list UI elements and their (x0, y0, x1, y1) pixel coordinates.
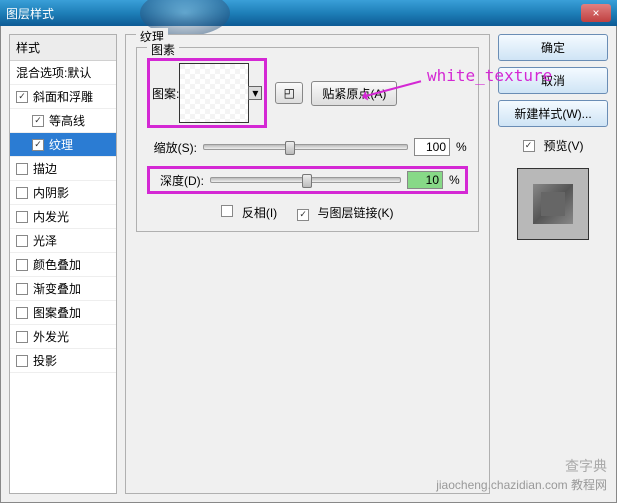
new-style-button[interactable]: 新建样式(W)... (498, 100, 608, 127)
invert-label: 反相(I) (242, 206, 277, 220)
style-checkbox[interactable] (16, 163, 28, 175)
watermark: 查字典 jiaocheng.chazidian.com 教程网 (436, 456, 607, 493)
style-checkbox[interactable] (16, 307, 28, 319)
blend-label: 混合选项:默认 (16, 64, 91, 81)
options-row: 反相(I) 与图层链接(K) (147, 204, 468, 221)
preview-option[interactable]: 预览(V) (498, 137, 608, 154)
new-pattern-button[interactable]: ◰ (275, 82, 303, 104)
style-checkbox[interactable] (16, 211, 28, 223)
invert-option[interactable]: 反相(I) (221, 204, 277, 221)
blend-options[interactable]: 混合选项:默认 (10, 61, 116, 85)
preview-checkbox[interactable] (523, 140, 535, 152)
ok-button[interactable]: 确定 (498, 34, 608, 61)
style-item[interactable]: 斜面和浮雕 (10, 85, 116, 109)
style-checkbox[interactable] (16, 331, 28, 343)
style-checkbox[interactable] (16, 259, 28, 271)
style-item[interactable]: 光泽 (10, 229, 116, 253)
preview-label: 预览(V) (544, 137, 584, 154)
chevron-down-icon: ▾ (252, 86, 258, 100)
watermark-cn: 查字典 (436, 456, 607, 476)
style-checkbox[interactable] (16, 355, 28, 367)
watermark-url: jiaocheng.chazidian.com 教程网 (436, 476, 607, 493)
snap-origin-button[interactable]: 贴紧原点(A) (311, 81, 397, 106)
style-item[interactable]: 内阴影 (10, 181, 116, 205)
styles-list: 样式 混合选项:默认 斜面和浮雕等高线纹理描边内阴影内发光光泽颜色叠加渐变叠加图… (9, 34, 117, 494)
style-item[interactable]: 颜色叠加 (10, 253, 116, 277)
style-checkbox[interactable] (16, 91, 28, 103)
link-label: 与图层链接(K) (318, 206, 394, 220)
style-label: 外发光 (33, 328, 69, 345)
scale-pct: % (456, 140, 468, 154)
style-checkbox[interactable] (32, 115, 44, 127)
style-checkbox[interactable] (16, 187, 28, 199)
pattern-dropdown[interactable]: ▾ (248, 86, 262, 100)
style-item[interactable]: 内发光 (10, 205, 116, 229)
style-label: 图案叠加 (33, 304, 81, 321)
doc-icon: ◰ (284, 86, 295, 100)
link-option[interactable]: 与图层链接(K) (297, 204, 393, 221)
style-label: 光泽 (33, 232, 57, 249)
style-label: 内阴影 (33, 184, 69, 201)
depth-label: 深度(D): (154, 172, 204, 189)
depth-pct: % (449, 173, 461, 187)
texture-panel: 纹理 图素 图案: ▾ ◰ 贴紧原点(A) white_texture (125, 34, 490, 494)
depth-slider[interactable] (210, 177, 401, 183)
style-label: 渐变叠加 (33, 280, 81, 297)
style-item[interactable]: 投影 (10, 349, 116, 373)
depth-row: 深度(D): 10 % (147, 166, 468, 194)
close-button[interactable]: × (581, 4, 611, 22)
style-label: 纹理 (49, 136, 73, 153)
pattern-highlight: 图案: ▾ (147, 58, 267, 128)
scale-row: 缩放(S): 100 % (147, 138, 468, 156)
styles-header: 样式 (10, 35, 116, 61)
scale-value[interactable]: 100 (414, 138, 450, 156)
dialog-title: 图层样式 (6, 5, 54, 22)
pattern-row: 图案: ▾ ◰ 贴紧原点(A) (147, 58, 468, 128)
style-item[interactable]: 等高线 (10, 109, 116, 133)
style-item[interactable]: 描边 (10, 157, 116, 181)
style-item[interactable]: 图案叠加 (10, 301, 116, 325)
invert-checkbox[interactable] (221, 205, 233, 217)
right-panel: 确定 取消 新建样式(W)... 预览(V) (498, 34, 608, 494)
elements-group: 图素 图案: ▾ ◰ 贴紧原点(A) white_texture 缩 (136, 47, 479, 232)
style-label: 投影 (33, 352, 57, 369)
style-label: 等高线 (49, 112, 85, 129)
style-item[interactable]: 纹理 (10, 133, 116, 157)
close-icon: × (592, 6, 599, 20)
style-label: 颜色叠加 (33, 256, 81, 273)
style-checkbox[interactable] (32, 139, 44, 151)
annotation-text: white_texture (427, 66, 552, 85)
pattern-swatch[interactable] (179, 63, 249, 123)
elements-title: 图素 (147, 41, 179, 58)
preview-box (517, 168, 589, 240)
style-checkbox[interactable] (16, 283, 28, 295)
dialog-body: 样式 混合选项:默认 斜面和浮雕等高线纹理描边内阴影内发光光泽颜色叠加渐变叠加图… (0, 26, 617, 503)
style-item[interactable]: 渐变叠加 (10, 277, 116, 301)
titlebar: 图层样式 × (0, 0, 617, 26)
depth-value[interactable]: 10 (407, 171, 443, 189)
scale-label: 缩放(S): (147, 139, 197, 156)
style-label: 内发光 (33, 208, 69, 225)
preview-thumbnail (533, 184, 573, 224)
style-item[interactable]: 外发光 (10, 325, 116, 349)
scale-slider[interactable] (203, 144, 408, 150)
style-label: 描边 (33, 160, 57, 177)
pattern-label: 图案: (152, 85, 179, 102)
style-checkbox[interactable] (16, 235, 28, 247)
link-checkbox[interactable] (297, 209, 309, 221)
style-label: 斜面和浮雕 (33, 88, 93, 105)
